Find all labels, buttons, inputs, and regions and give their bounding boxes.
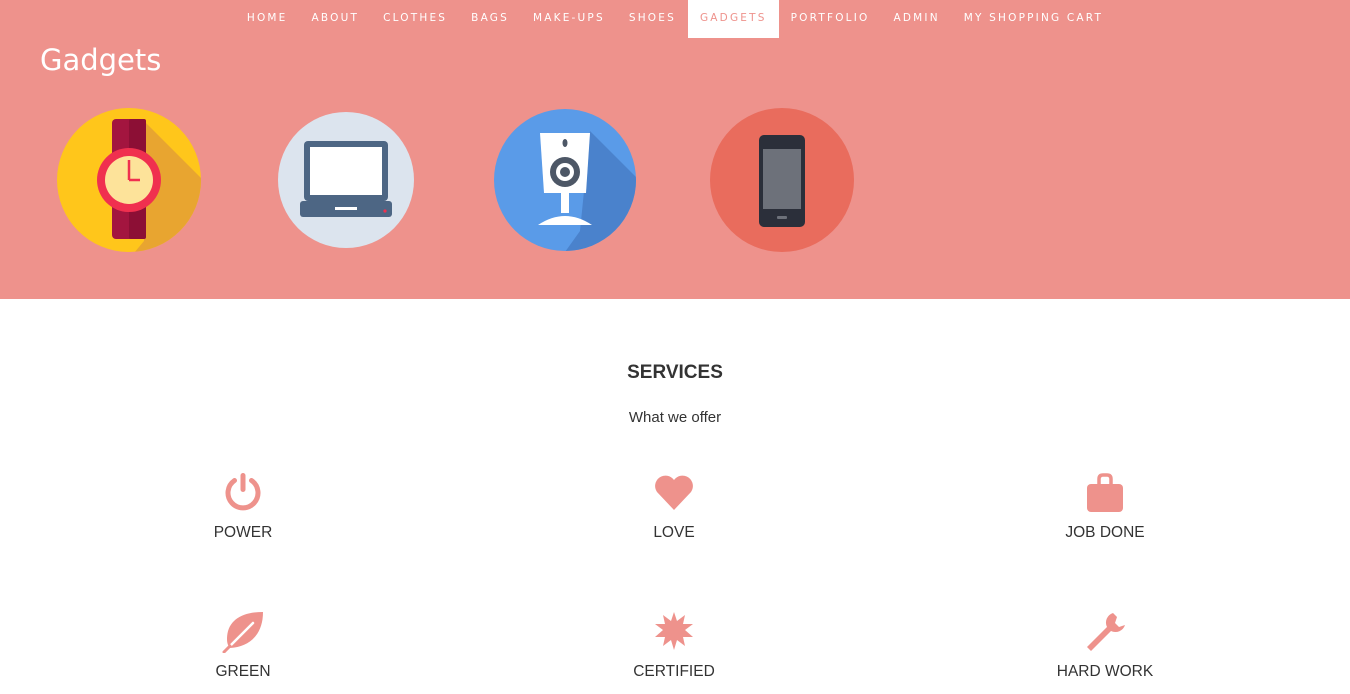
nav-shoes[interactable]: SHOES xyxy=(617,0,688,38)
service-label: POWER xyxy=(213,524,273,541)
wrench-icon xyxy=(1087,613,1125,651)
service-job-done: JOB DONE xyxy=(955,470,1255,542)
laptop-icon xyxy=(278,112,414,248)
nav-gadgets[interactable]: GADGETS xyxy=(687,0,779,38)
nav-make-ups[interactable]: MAKE-UPS xyxy=(521,0,617,38)
nav-clothes[interactable]: CLOTHES xyxy=(371,0,459,38)
leaf-icon xyxy=(222,612,263,653)
nav-about[interactable]: ABOUT xyxy=(300,0,372,38)
service-label: LOVE xyxy=(653,524,695,541)
nav-admin[interactable]: ADMIN xyxy=(881,0,951,38)
webcam-icon xyxy=(494,109,636,251)
power-icon xyxy=(225,473,261,511)
nav-bags[interactable]: BAGS xyxy=(459,0,521,38)
certified-badge-icon xyxy=(655,612,693,650)
smartphone-icon xyxy=(710,108,854,252)
service-power: POWER xyxy=(93,470,393,542)
services-title: SERVICES xyxy=(627,362,723,383)
nav-home[interactable]: HOME xyxy=(235,0,300,38)
service-certified: CERTIFIED xyxy=(524,609,824,681)
main-nav: HOME ABOUT CLOTHES BAGS MAKE-UPS SHOES G… xyxy=(0,0,1350,38)
gadget-smartphone[interactable] xyxy=(707,101,857,259)
service-label: HARD WORK xyxy=(1056,663,1154,680)
briefcase-icon xyxy=(1087,473,1123,512)
heart-icon xyxy=(655,475,693,510)
service-label: JOB DONE xyxy=(1065,524,1145,541)
service-label: GREEN xyxy=(215,663,271,680)
service-label: CERTIFIED xyxy=(633,663,715,680)
services-subtitle: What we offer xyxy=(628,409,722,426)
gadget-webcam[interactable] xyxy=(490,101,640,259)
gadget-watch[interactable] xyxy=(54,101,204,259)
page-title: Gadgets xyxy=(40,43,162,77)
hero-banner: HOME ABOUT CLOTHES BAGS MAKE-UPS SHOES G… xyxy=(0,0,1350,299)
service-green: GREEN xyxy=(93,609,393,681)
gadget-laptop[interactable] xyxy=(271,101,421,259)
wristwatch-icon xyxy=(57,108,201,252)
nav-my-shopping-cart[interactable]: MY SHOPPING CART xyxy=(952,0,1115,38)
service-hard-work: HARD WORK xyxy=(955,609,1255,681)
nav-portfolio[interactable]: PORTFOLIO xyxy=(779,0,882,38)
service-love: LOVE xyxy=(524,470,824,542)
